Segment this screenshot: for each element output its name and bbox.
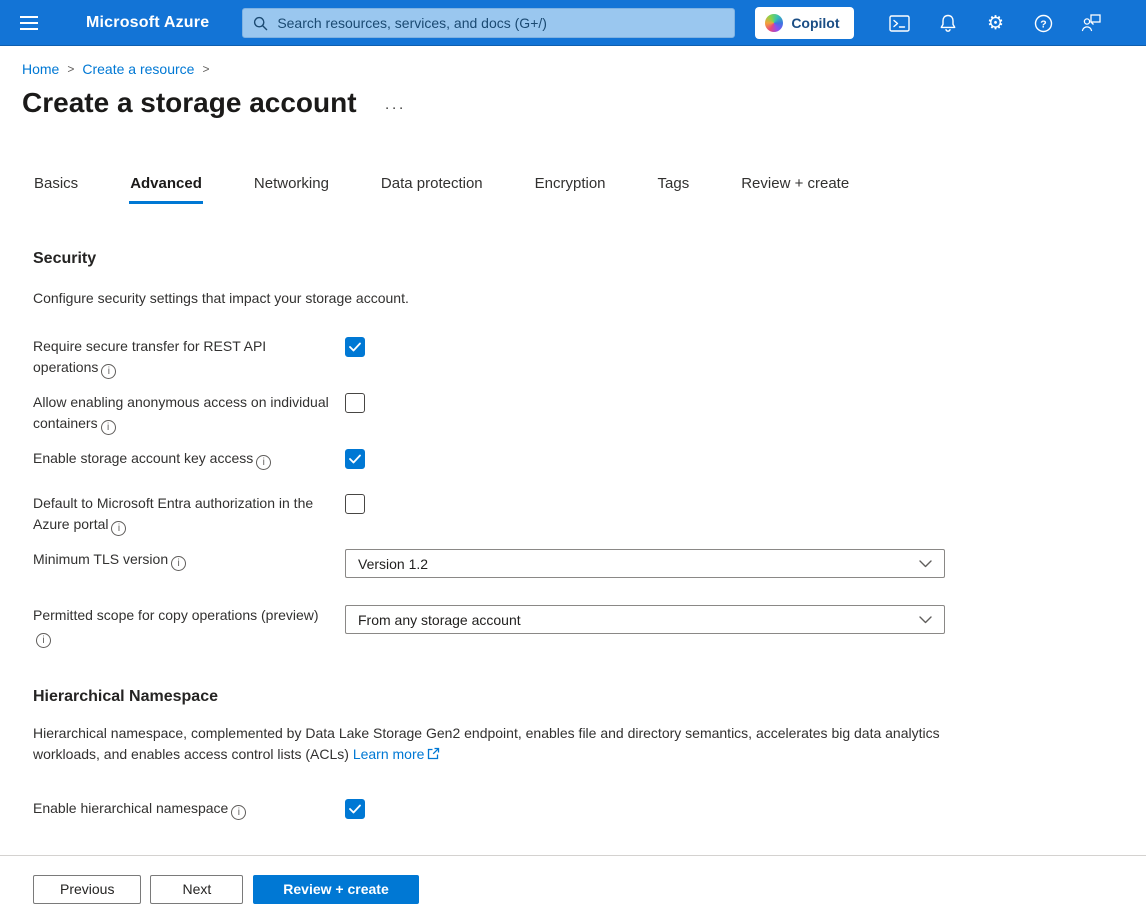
field-label: Enable storage account key access [33, 450, 253, 466]
form-row-tls-version: Minimum TLS version Version 1.2 [33, 549, 1146, 578]
breadcrumb: Home > Create a resource > [0, 46, 1146, 77]
copilot-button[interactable]: Copilot [755, 7, 853, 39]
brand-title[interactable]: Microsoft Azure [86, 14, 209, 32]
hierarchical-namespace-description: Hierarchical namespace, complemented by … [33, 723, 943, 765]
tab-review-create[interactable]: Review + create [740, 175, 850, 204]
form-row-secure-transfer: Require secure transfer for REST API ope… [33, 336, 1146, 379]
info-icon[interactable] [36, 633, 51, 648]
cloud-shell-icon[interactable] [876, 6, 924, 40]
tls-version-select[interactable]: Version 1.2 [345, 549, 945, 578]
top-bar: Microsoft Azure Copilot ⚙ ? [0, 0, 1146, 46]
external-link-icon [427, 747, 440, 760]
info-icon[interactable] [231, 805, 246, 820]
info-icon[interactable] [101, 364, 116, 379]
hierarchical-namespace-heading: Hierarchical Namespace [33, 688, 1146, 706]
anonymous-access-checkbox[interactable] [345, 393, 365, 413]
next-button[interactable]: Next [150, 875, 243, 904]
info-icon[interactable] [256, 455, 271, 470]
review-create-button[interactable]: Review + create [253, 875, 418, 904]
check-icon [349, 454, 361, 464]
chevron-down-icon [919, 560, 932, 568]
info-icon[interactable] [101, 420, 116, 435]
select-value: Version 1.2 [358, 556, 428, 572]
key-access-checkbox[interactable] [345, 449, 365, 469]
copilot-label: Copilot [791, 15, 839, 31]
previous-button[interactable]: Previous [33, 875, 141, 904]
field-label: Minimum TLS version [33, 551, 168, 567]
form-row-key-access: Enable storage account key access [33, 448, 1146, 470]
settings-gear-icon[interactable]: ⚙ [972, 6, 1020, 40]
wizard-tabs: Basics Advanced Networking Data protecti… [33, 175, 1146, 204]
tab-encryption[interactable]: Encryption [534, 175, 607, 204]
field-label: Permitted scope for copy operations (pre… [33, 607, 319, 623]
notifications-bell-icon[interactable] [924, 6, 972, 40]
chevron-down-icon [919, 616, 932, 624]
topbar-icon-group: ⚙ ? [876, 6, 1116, 40]
form-row-entra-authorization: Default to Microsoft Entra authorization… [33, 493, 1146, 536]
more-options-icon[interactable]: ··· [385, 91, 406, 116]
learn-more-link[interactable]: Learn more [353, 746, 425, 762]
tab-networking[interactable]: Networking [253, 175, 330, 204]
breadcrumb-separator: > [67, 62, 74, 76]
info-icon[interactable] [171, 556, 186, 571]
breadcrumb-create-resource-link[interactable]: Create a resource [82, 61, 194, 77]
select-value: From any storage account [358, 612, 521, 628]
breadcrumb-home-link[interactable]: Home [22, 61, 59, 77]
tab-advanced[interactable]: Advanced [129, 175, 203, 204]
search-input[interactable] [277, 15, 724, 31]
secure-transfer-checkbox[interactable] [345, 337, 365, 357]
search-icon [253, 16, 268, 31]
field-label: Enable hierarchical namespace [33, 800, 228, 816]
security-section-description: Configure security settings that impact … [33, 288, 943, 309]
info-icon[interactable] [111, 521, 126, 536]
help-icon[interactable]: ? [1020, 6, 1068, 40]
hierarchical-namespace-checkbox[interactable] [345, 799, 365, 819]
wizard-footer: Previous Next Review + create [0, 855, 1146, 922]
field-label: Default to Microsoft Entra authorization… [33, 495, 313, 532]
tab-tags[interactable]: Tags [657, 175, 691, 204]
security-section-heading: Security [33, 250, 1146, 268]
tab-basics[interactable]: Basics [33, 175, 79, 204]
entra-authorization-checkbox[interactable] [345, 494, 365, 514]
check-icon [349, 804, 361, 814]
field-label: Allow enabling anonymous access on indiv… [33, 394, 329, 431]
form-row-anonymous-access: Allow enabling anonymous access on indiv… [33, 392, 1146, 435]
svg-text:?: ? [1040, 18, 1046, 30]
global-search[interactable] [242, 8, 735, 38]
feedback-icon[interactable] [1068, 6, 1116, 40]
hamburger-menu-icon[interactable] [12, 6, 46, 40]
tab-data-protection[interactable]: Data protection [380, 175, 484, 204]
page-title: Create a storage account [22, 87, 357, 119]
check-icon [349, 342, 361, 352]
copilot-icon [765, 14, 783, 32]
breadcrumb-separator: > [202, 62, 209, 76]
form-row-hierarchical-namespace: Enable hierarchical namespace [33, 798, 1146, 820]
form-row-copy-scope: Permitted scope for copy operations (pre… [33, 605, 1146, 648]
copy-scope-select[interactable]: From any storage account [345, 605, 945, 634]
field-label: Require secure transfer for REST API ope… [33, 338, 266, 375]
